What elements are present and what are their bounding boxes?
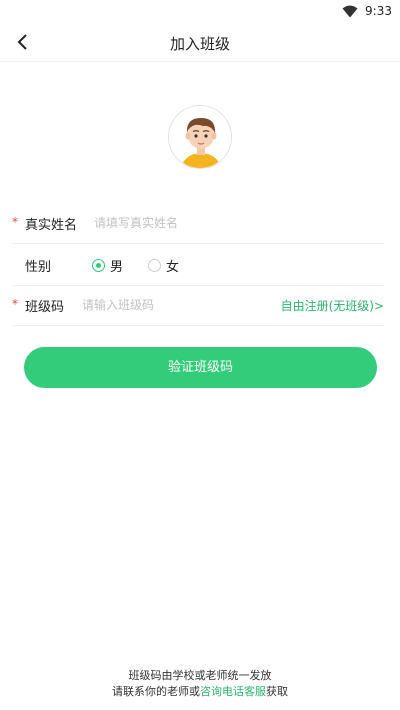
footer-note: 班级码由学校或老师统一发放 请联系你的老师或咨询电话客服获取 <box>0 668 400 700</box>
radio-unchecked-icon <box>148 259 161 272</box>
footer-line2-prefix: 请联系你的老师或 <box>112 685 200 698</box>
avatar-boy-icon <box>169 106 231 168</box>
name-input[interactable] <box>94 210 354 236</box>
gender-option-label: 女 <box>166 260 180 275</box>
customer-service-link[interactable]: 咨询电话客服 <box>200 685 266 698</box>
name-label: 真实姓名 <box>25 218 78 233</box>
class-code-row: * 班级码 自由注册(无班级)> <box>12 284 384 326</box>
radio-checked-icon <box>92 259 105 272</box>
status-bar: 9:33 <box>0 0 400 24</box>
footer-line2: 请联系你的老师或咨询电话客服获取 <box>0 684 400 700</box>
required-mark: * <box>12 297 18 311</box>
class-code-input[interactable] <box>82 292 262 318</box>
avatar[interactable] <box>168 105 232 169</box>
nav-bar: 加入班级 <box>0 24 400 62</box>
gender-radio-male[interactable]: 男 <box>92 256 123 275</box>
status-time: 9:33 <box>365 4 392 18</box>
gender-label: 性别 <box>25 260 52 275</box>
gender-radio-female[interactable]: 女 <box>148 256 179 275</box>
footer-line1: 班级码由学校或老师统一发放 <box>128 669 272 682</box>
gender-row: 性别 男 女 <box>12 244 384 286</box>
class-code-label: 班级码 <box>25 300 65 315</box>
wifi-icon <box>342 5 358 18</box>
page-title: 加入班级 <box>169 35 230 53</box>
gender-option-label: 男 <box>110 260 124 275</box>
verify-class-code-button[interactable]: 验证班级码 <box>24 347 377 388</box>
name-row: * 真实姓名 <box>12 202 384 244</box>
footer-line2-suffix: 获取 <box>266 685 288 698</box>
required-mark: * <box>12 215 18 229</box>
free-register-link[interactable]: 自由注册(无班级)> <box>281 297 384 314</box>
